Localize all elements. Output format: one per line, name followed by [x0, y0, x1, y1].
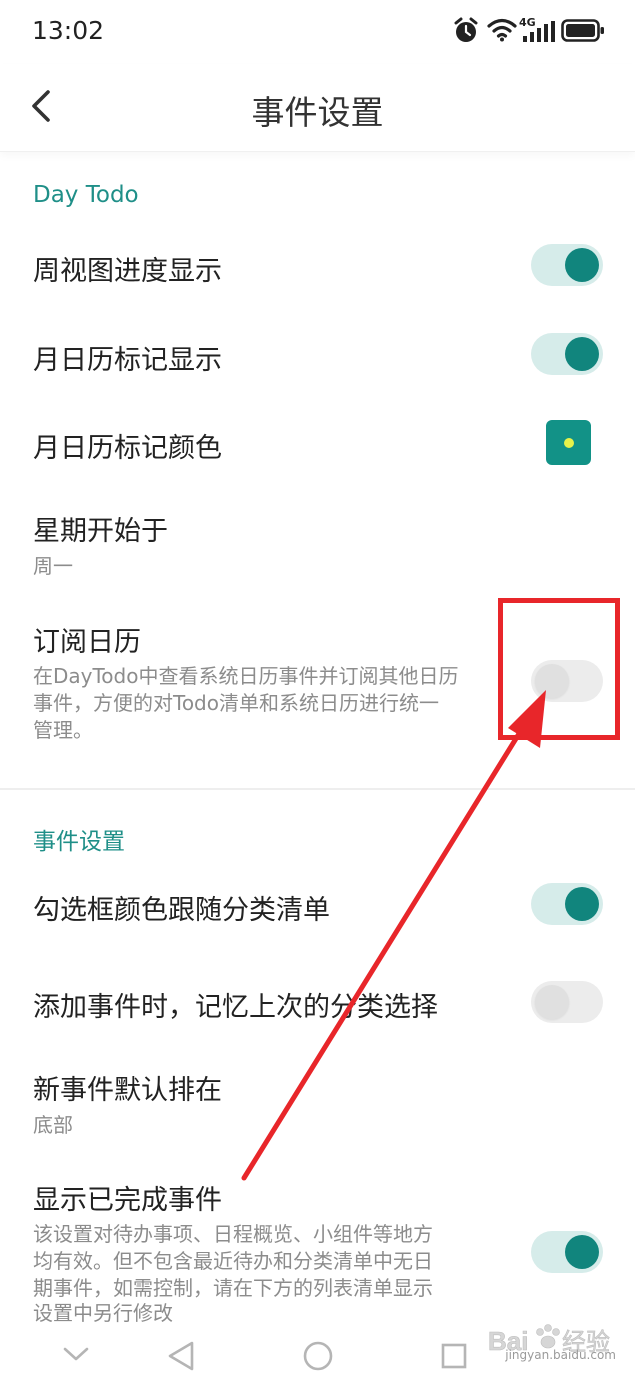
toggle-month-mark-show[interactable] [531, 333, 603, 375]
setting-desc-subscribe-calendar-3: 管理。 [33, 718, 93, 742]
setting-desc-subscribe-calendar-2: 事件，方便的对Todo清单和系统日历进行统一 [33, 691, 439, 715]
wifi-icon [487, 18, 517, 42]
signal-icon [523, 21, 555, 42]
toggle-remember-category[interactable] [531, 981, 603, 1023]
color-swatch-dot [564, 438, 574, 448]
page-title: 事件设置 [251, 93, 384, 132]
setting-label-show-completed: 显示已完成事件 [33, 1185, 222, 1216]
color-swatch-month-mark[interactable] [546, 420, 591, 465]
setting-value-default-position: 底部 [33, 1113, 73, 1137]
app-header: 事件设置 [0, 64, 635, 152]
setting-label-subscribe-calendar: 订阅日历 [33, 627, 141, 658]
setting-desc-show-completed-2: 均有效。但不包含最近待办和分类清单中无日 [33, 1249, 433, 1273]
toggle-knob [565, 1235, 599, 1269]
back-triangle-icon[interactable] [166, 1340, 196, 1372]
toggle-knob [565, 248, 599, 282]
toggle-subscribe-calendar[interactable] [531, 660, 603, 702]
setting-label-week-progress: 周视图进度显示 [33, 256, 222, 287]
toggle-show-completed[interactable] [531, 1231, 603, 1273]
section-divider [0, 788, 635, 790]
setting-label-default-position: 新事件默认排在 [33, 1075, 222, 1106]
toggle-knob [565, 887, 599, 921]
baidu-watermark-logo: Bai 经验 [488, 1324, 610, 1356]
setting-desc-show-completed-1: 该设置对待办事项、日程概览、小组件等地方 [33, 1222, 433, 1246]
watermark-url: jingyan.baidu.com [505, 1348, 616, 1362]
recents-square-icon[interactable] [440, 1342, 468, 1370]
section-heading-day-todo: Day Todo [33, 182, 139, 208]
battery-icon [561, 19, 604, 42]
setting-label-month-mark-color: 月日历标记颜色 [33, 433, 222, 464]
toggle-knob [535, 664, 569, 698]
toggle-knob [535, 985, 569, 1019]
setting-label-week-start: 星期开始于 [33, 516, 168, 547]
setting-label-checkbox-color: 勾选框颜色跟随分类清单 [33, 895, 330, 926]
section-heading-event-settings: 事件设置 [33, 829, 125, 855]
toggle-week-progress[interactable] [531, 244, 603, 286]
chevron-down-icon[interactable] [62, 1344, 90, 1364]
setting-desc-subscribe-calendar-1: 在DayTodo中查看系统日历事件并订阅其他日历 [33, 664, 459, 688]
home-circle-icon[interactable] [302, 1340, 334, 1372]
setting-label-month-mark-show: 月日历标记显示 [33, 345, 222, 376]
setting-label-remember-category: 添加事件时，记忆上次的分类选择 [33, 992, 438, 1023]
setting-value-week-start: 周一 [33, 554, 73, 578]
status-time: 13:02 [32, 16, 105, 45]
setting-desc-show-completed-4: 设置中另行修改 [33, 1301, 173, 1325]
alarm-icon [454, 17, 478, 42]
toggle-knob [565, 337, 599, 371]
toggle-checkbox-color[interactable] [531, 883, 603, 925]
status-bar: 13:02 4G [0, 0, 635, 64]
